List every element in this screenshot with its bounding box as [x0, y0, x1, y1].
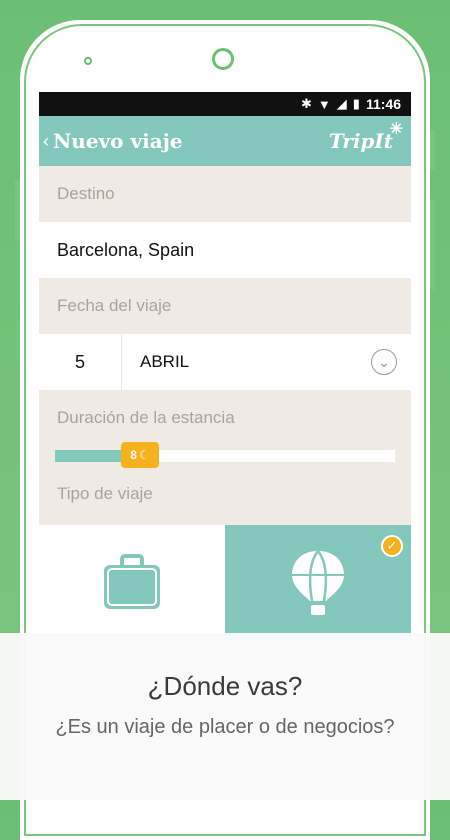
- app-bar: ‹ Nuevo viaje TripIt ✳: [39, 116, 411, 166]
- onboarding-overlay: ¿Dónde vas? ¿Es un viaje de placer o de …: [0, 633, 450, 800]
- logo-star-icon: ✳: [389, 119, 403, 138]
- date-label: Fecha del viaje: [57, 296, 172, 315]
- logo-text: TripIt: [328, 129, 393, 153]
- destination-value[interactable]: Barcelona, Spain: [39, 240, 194, 261]
- trip-type-leisure[interactable]: ✓: [225, 525, 411, 640]
- date-month-select[interactable]: ABRIL: [122, 352, 371, 372]
- hot-air-balloon-icon: [292, 549, 344, 615]
- phone-right-button: [430, 130, 435, 170]
- destination-label: Destino: [57, 184, 115, 203]
- phone-camera: [84, 57, 92, 65]
- trip-type-business[interactable]: [39, 525, 225, 640]
- phone-left-button: [15, 180, 20, 240]
- trip-type-label: Tipo de viaje: [57, 484, 153, 503]
- slider-thumb[interactable]: 8 ☾: [121, 442, 159, 468]
- duration-slider[interactable]: 8 ☾: [39, 442, 411, 472]
- chevron-down-icon[interactable]: ⌄: [371, 349, 397, 375]
- battery-icon: ▮: [352, 96, 360, 111]
- status-time: 11:46: [365, 96, 401, 112]
- briefcase-icon: [104, 553, 160, 609]
- chevron-left-icon[interactable]: ‹: [43, 131, 49, 152]
- bluetooth-icon: ✱: [301, 96, 312, 111]
- slider-track[interactable]: 8 ☾: [55, 442, 395, 468]
- nights-count: 8: [130, 448, 137, 462]
- phone-speaker: [212, 48, 234, 70]
- tripit-logo: TripIt ✳: [328, 119, 403, 153]
- signal-icon: ◢: [336, 96, 347, 111]
- page-title[interactable]: Nuevo viaje: [53, 129, 183, 153]
- phone-right-button-2: [430, 200, 435, 290]
- wifi-icon: ▼: [317, 96, 331, 112]
- destination-field[interactable]: Barcelona, Spain: [39, 222, 411, 278]
- trip-type-selector: ✓: [39, 525, 411, 640]
- date-day-input[interactable]: 5: [39, 334, 122, 390]
- date-field: 5 ABRIL ⌄: [39, 334, 411, 390]
- overlay-subtitle: ¿Es un viaje de placer o de negocios?: [55, 716, 395, 738]
- app-screen: ✱ ▼ ◢ ▮ 11:46 ‹ Nuevo viaje TripIt ✳ Des…: [39, 92, 411, 652]
- overlay-title: ¿Dónde vas?: [147, 671, 303, 701]
- duration-label: Duración de la estancia: [57, 408, 235, 427]
- moon-icon: ☾: [138, 448, 150, 462]
- check-icon: ✓: [381, 535, 403, 557]
- status-bar: ✱ ▼ ◢ ▮ 11:46: [39, 92, 411, 116]
